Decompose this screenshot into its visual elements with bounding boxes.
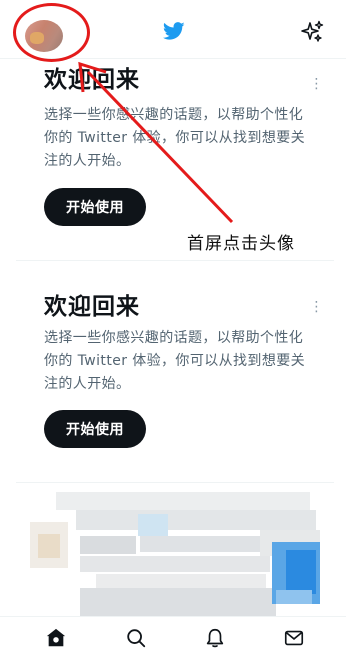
- card-description: 选择一些你感兴趣的话题，以帮助个性化你的 Twitter 体验，你可以从找到想要…: [44, 107, 306, 169]
- notifications-icon[interactable]: [203, 627, 227, 649]
- card-description: 选择一些你感兴趣的话题，以帮助个性化你的 Twitter 体验，你可以从找到想要…: [44, 330, 306, 392]
- annotation-label: 首屏点击头像: [187, 234, 295, 254]
- home-icon[interactable]: [44, 627, 68, 649]
- bottom-tab-bar: [0, 616, 346, 653]
- get-started-button[interactable]: 开始使用: [44, 410, 146, 448]
- annotation-circle: [13, 3, 90, 62]
- card-title: 欢迎回来: [44, 67, 140, 93]
- welcome-card: ⋮ 欢迎回来 选择一些你感兴趣的话题，以帮助个性化你的 Twitter 体验，你…: [0, 280, 346, 480]
- search-icon[interactable]: [124, 627, 148, 649]
- blurred-content: [0, 484, 346, 616]
- more-options-icon[interactable]: ⋮: [306, 300, 326, 314]
- more-options-icon[interactable]: ⋮: [306, 77, 326, 91]
- card-divider: [16, 482, 334, 483]
- sparkle-icon[interactable]: [300, 20, 324, 44]
- card-divider: [16, 260, 334, 261]
- twitter-bird-icon[interactable]: [162, 20, 186, 42]
- messages-icon[interactable]: [282, 627, 306, 649]
- get-started-button[interactable]: 开始使用: [44, 188, 146, 226]
- card-title: 欢迎回来: [44, 294, 140, 320]
